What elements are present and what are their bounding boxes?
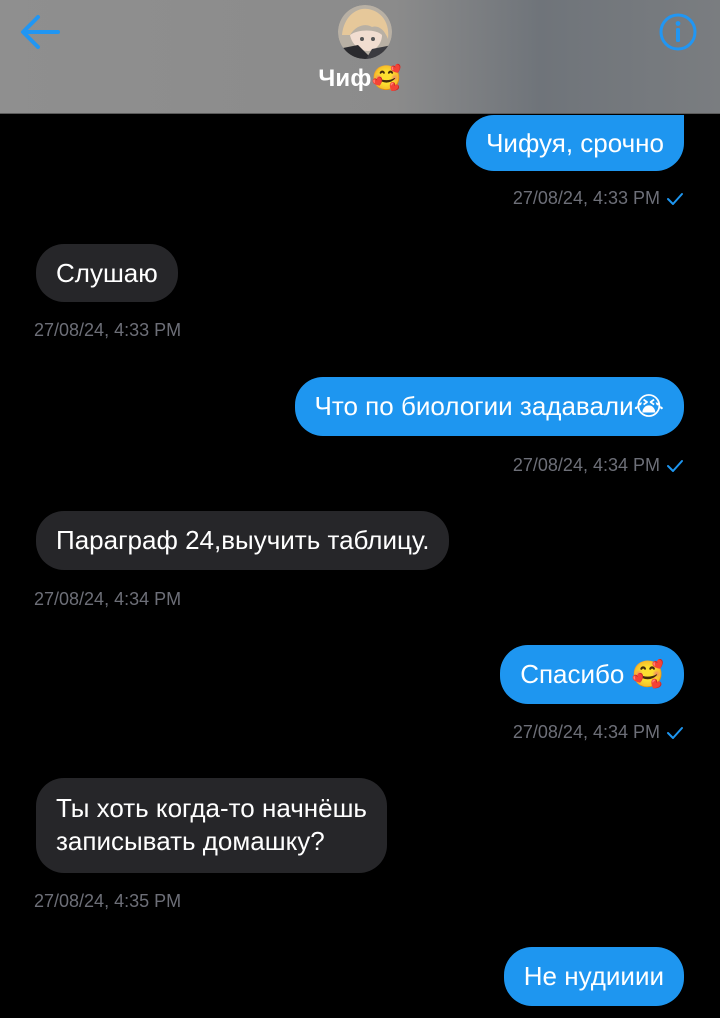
message-text: Чифуя, срочно [486, 128, 664, 158]
back-button[interactable] [18, 12, 62, 52]
message-text-line: записывать домашку? [56, 826, 325, 856]
read-check-icon [667, 193, 683, 206]
chat-header: Чиф🥰 [0, 0, 720, 114]
message-text: Спасибо 🥰 [520, 659, 664, 689]
message-bubble-incoming[interactable]: Ты хоть когда-то начнёшь записывать дома… [36, 778, 387, 873]
message-bubble-outgoing[interactable]: Спасибо 🥰 [500, 645, 684, 704]
message-bubble-outgoing[interactable]: Чифуя, срочно [466, 115, 684, 171]
contact-name: Чиф🥰 [318, 65, 402, 92]
avatar[interactable] [338, 5, 392, 59]
message-timestamp: 27/08/24, 4:33 PM [513, 188, 684, 209]
message-bubble-outgoing[interactable]: Не нудииии [503, 947, 684, 1006]
info-circle-icon [659, 13, 697, 51]
message-bubble-incoming[interactable]: Параграф 24,выучить таблицу. [36, 511, 450, 570]
message-text-line: Ты хоть когда-то начнёшь [56, 793, 367, 823]
message-bubble-outgoing[interactable]: Что по биологии задавали😭 [294, 377, 684, 436]
message-timestamp: 27/08/24, 4:34 PM [34, 589, 182, 609]
message-text: Что по биологии задавали😭 [314, 391, 664, 421]
message-timestamp: 27/08/24, 4:34 PM [513, 722, 684, 743]
message-text: Не нудииии [523, 961, 664, 991]
message-text: Слушаю [56, 258, 158, 288]
message-timestamp: 27/08/24, 4:35 PM [34, 891, 182, 911]
message-bubble-incoming[interactable]: Слушаю [36, 244, 178, 302]
message-timestamp: 27/08/24, 4:34 PM [513, 455, 684, 476]
message-timestamp: 27/08/24, 4:33 PM [34, 320, 182, 340]
message-text: Параграф 24,выучить таблицу. [56, 525, 430, 555]
read-check-icon [667, 460, 683, 473]
info-button[interactable] [658, 12, 698, 52]
arrow-left-icon [21, 15, 60, 49]
read-check-icon [667, 727, 683, 740]
